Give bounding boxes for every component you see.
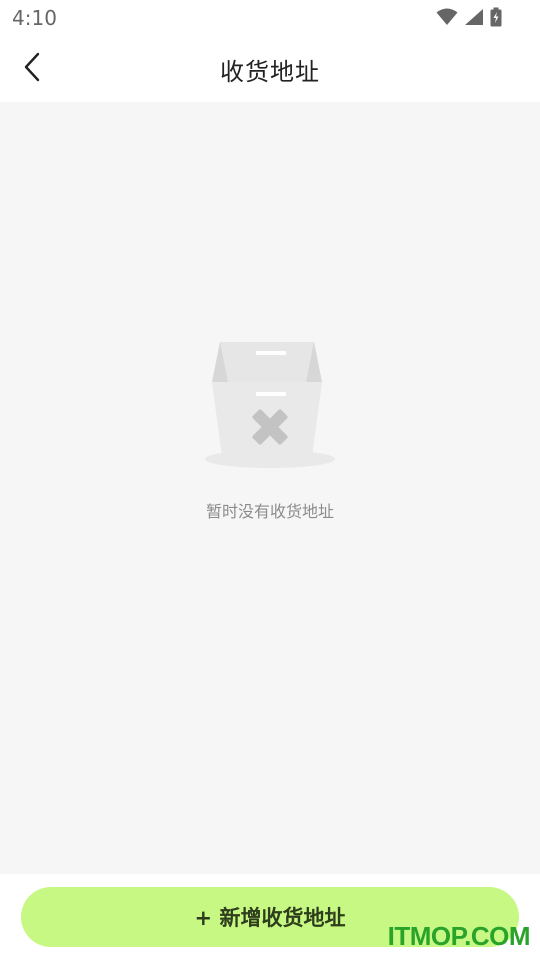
status-bar: 4:10 — [0, 0, 540, 36]
empty-message: 暂时没有收货地址 — [205, 502, 334, 521]
signal-icon — [464, 8, 484, 30]
content-area: 暂时没有收货地址 — [0, 102, 540, 874]
battery-icon — [490, 7, 502, 31]
header: 收货地址 — [0, 36, 540, 102]
watermark: ITMOP.COM — [387, 921, 531, 951]
empty-box-icon — [198, 338, 342, 474]
page-title: 收货地址 — [220, 58, 320, 86]
status-icons — [436, 7, 502, 31]
wifi-icon — [436, 8, 458, 30]
status-time: 4:10 — [12, 6, 57, 30]
